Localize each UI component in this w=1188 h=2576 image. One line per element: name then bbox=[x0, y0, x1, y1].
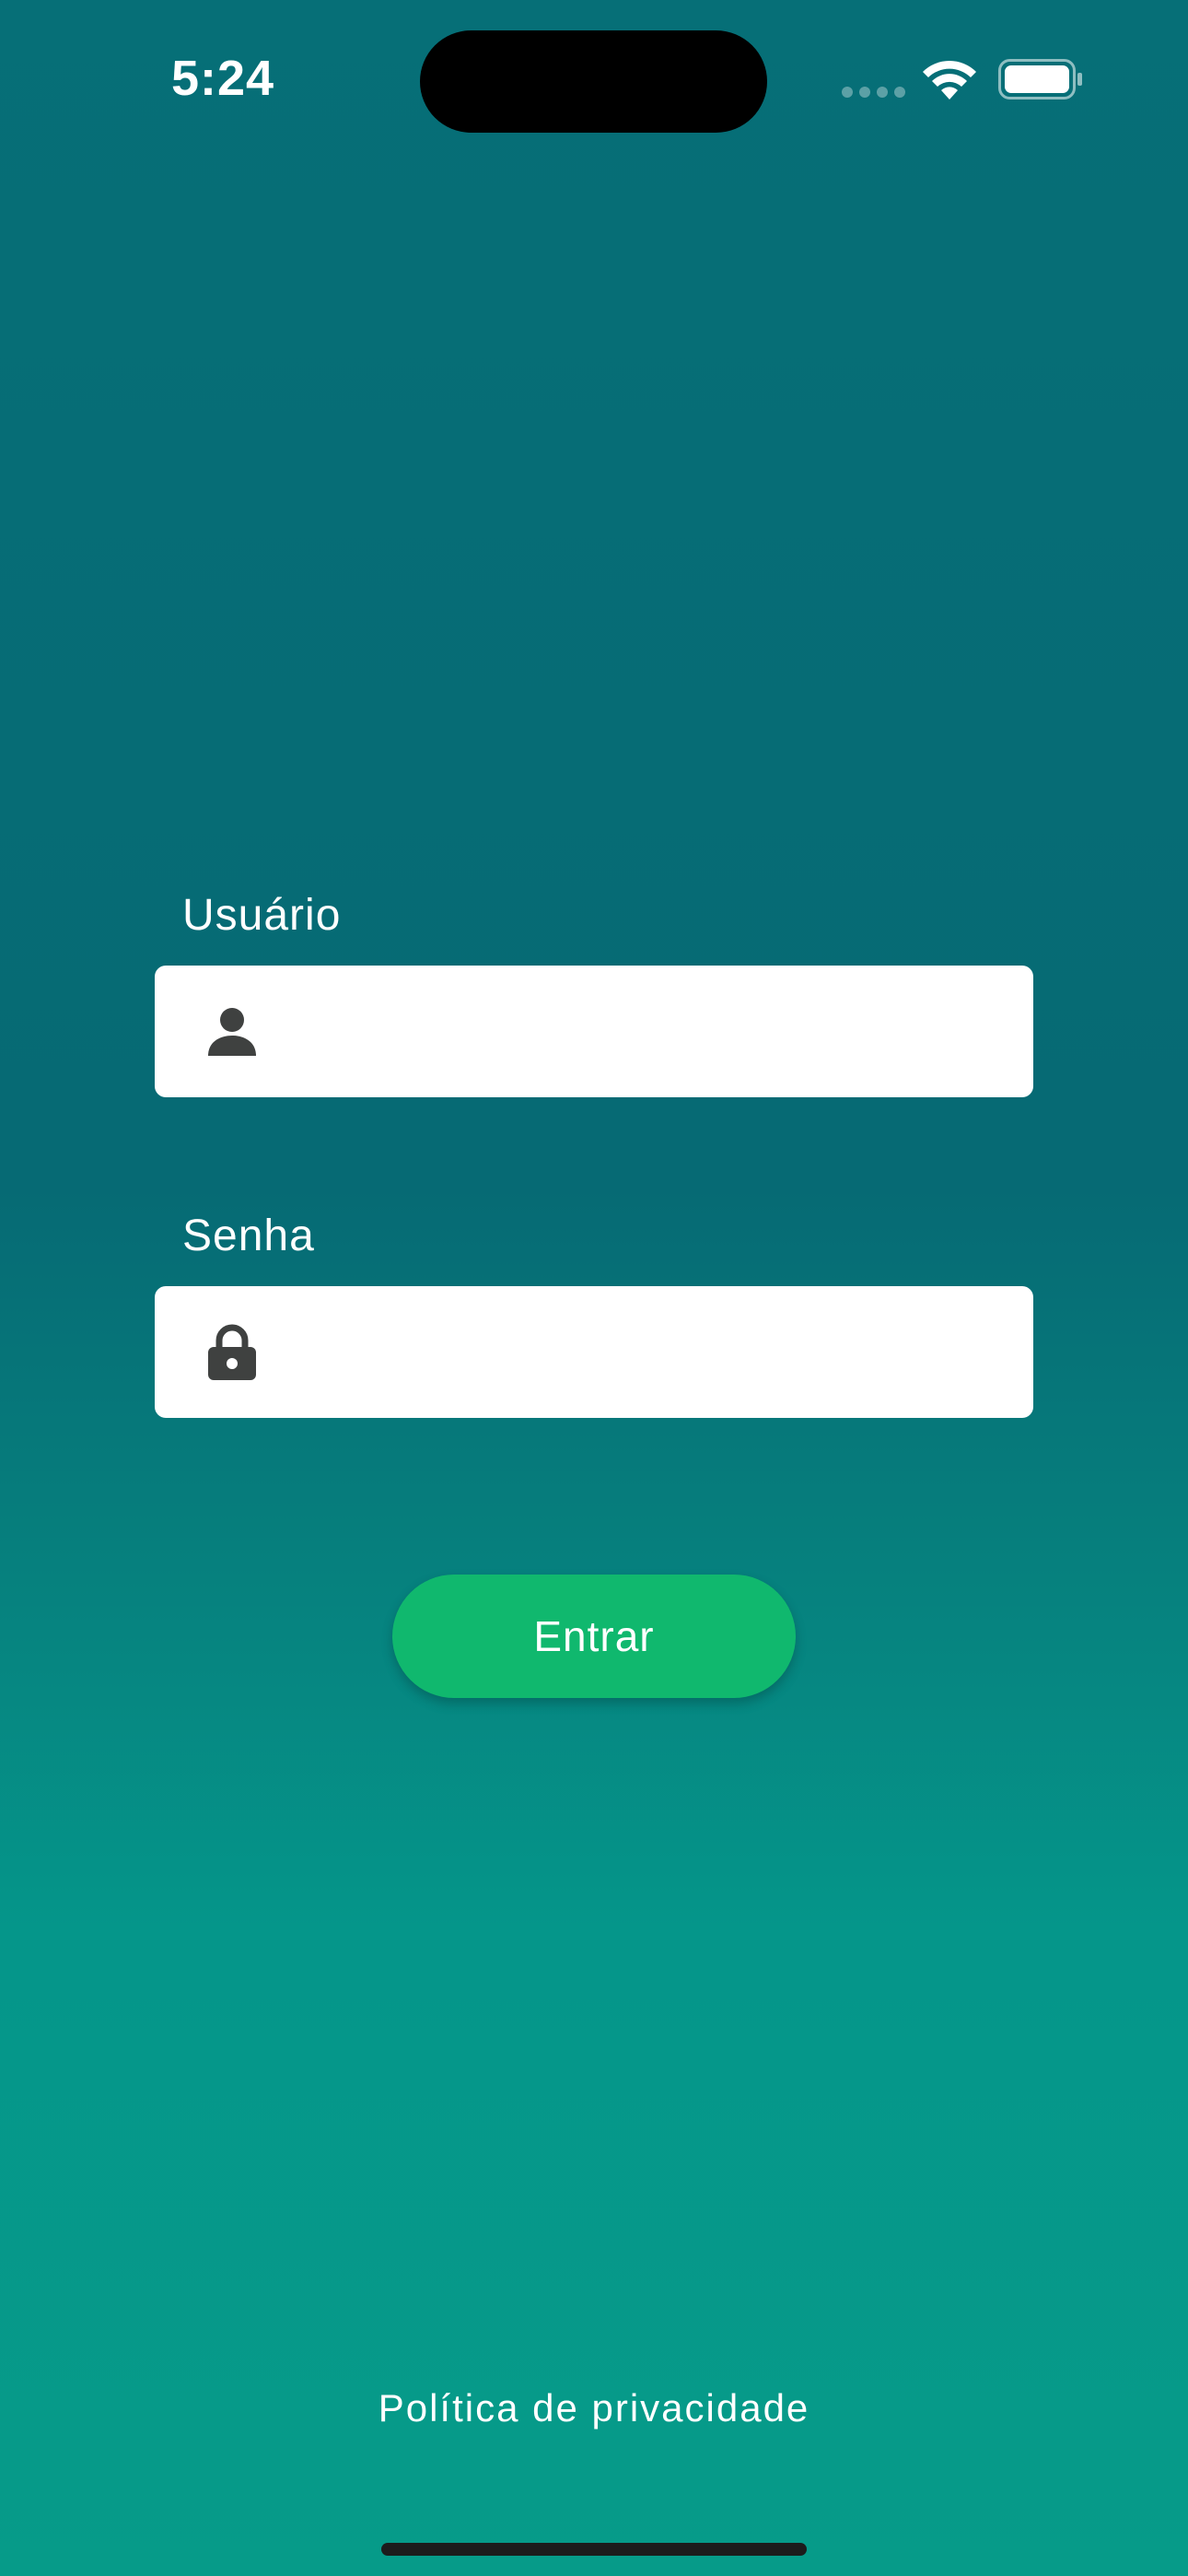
cellular-signal-icon bbox=[842, 87, 906, 98]
username-input[interactable] bbox=[284, 984, 1006, 1078]
password-field[interactable] bbox=[155, 1286, 1033, 1418]
person-icon bbox=[208, 1008, 256, 1056]
dynamic-island bbox=[420, 30, 767, 133]
username-label: Usuário bbox=[182, 891, 342, 940]
privacy-policy-link[interactable]: Política de privacidade bbox=[0, 2386, 1188, 2430]
wifi-icon bbox=[923, 60, 976, 100]
username-field[interactable] bbox=[155, 966, 1033, 1097]
battery-icon bbox=[998, 59, 1082, 100]
login-button[interactable]: Entrar bbox=[392, 1575, 796, 1698]
password-label: Senha bbox=[182, 1212, 315, 1260]
home-indicator[interactable] bbox=[381, 2543, 807, 2556]
status-bar: 5:24 bbox=[0, 0, 1188, 166]
status-time: 5:24 bbox=[171, 51, 275, 106]
lock-icon bbox=[208, 1324, 256, 1380]
password-input[interactable] bbox=[284, 1305, 1006, 1399]
